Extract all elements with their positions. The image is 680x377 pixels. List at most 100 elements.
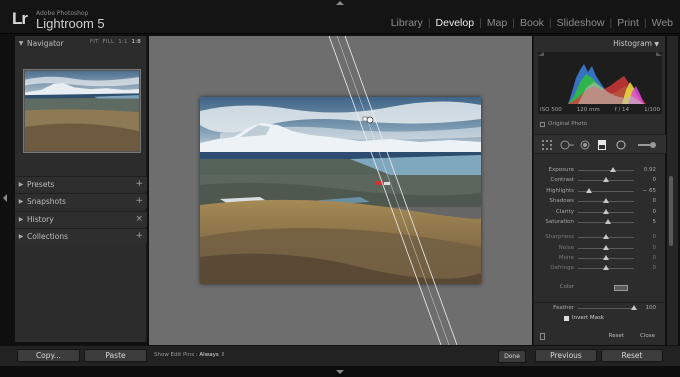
module-web[interactable]: Web	[651, 17, 674, 29]
top-bar: Lr Adobe Photoshop Lightroom 5 Library |…	[0, 0, 680, 34]
navigator-preview[interactable]	[23, 69, 141, 153]
shadow-clipping-icon[interactable]	[538, 52, 544, 56]
slider-value[interactable]: 0	[653, 209, 657, 215]
slider-label: Defringe	[550, 265, 574, 271]
show-edit-pins-value[interactable]: Always	[199, 352, 218, 358]
right-panel-scrollbar[interactable]	[667, 36, 678, 345]
edit-pin-icon[interactable]	[366, 116, 374, 124]
slider-value[interactable]: 0	[653, 198, 657, 204]
done-button[interactable]: Done	[498, 350, 526, 363]
feather-label: Feather	[553, 305, 574, 311]
slider-row: Exposure 0.92	[534, 166, 666, 175]
focal-length: 120 mm	[576, 107, 600, 113]
slider-thumb[interactable]	[603, 177, 609, 183]
slider-thumb[interactable]	[603, 244, 609, 250]
scrollbar-thumb[interactable]	[669, 176, 673, 246]
mask-close-button[interactable]: Close	[640, 333, 655, 339]
navigator-zoom-options: FIT FILL 1:1 1:8	[90, 39, 141, 45]
navigator-header[interactable]: ▼ Navigator FIT FILL 1:1 1:8	[15, 36, 147, 50]
original-photo-toggle[interactable]: Original Photo	[540, 121, 587, 127]
slider-thumb[interactable]	[586, 187, 593, 193]
reset-button[interactable]: Reset	[601, 349, 663, 362]
filter-line-start[interactable]	[328, 36, 442, 345]
slider-value[interactable]: 0	[653, 265, 657, 271]
module-map[interactable]: Map	[486, 17, 508, 29]
graduated-filter-icon[interactable]	[598, 140, 606, 150]
copy-button[interactable]: Copy...	[17, 349, 80, 362]
original-photo-checkbox[interactable]	[540, 121, 545, 127]
app-name: Lightroom 5	[36, 16, 105, 31]
adjustment-brush-icon[interactable]	[638, 140, 658, 150]
zoom-fit[interactable]: FIT	[90, 39, 99, 45]
highlight-clipping-icon[interactable]	[656, 52, 662, 56]
crop-overlay-icon[interactable]	[542, 140, 552, 150]
feather-thumb[interactable]	[631, 305, 637, 310]
slider-value[interactable]: 0.92	[644, 167, 656, 173]
invert-mask-toggle[interactable]: Invert Mask	[564, 315, 604, 321]
slider-thumb[interactable]	[603, 208, 609, 214]
filter-handle-icon[interactable]	[362, 116, 368, 122]
history-section[interactable]: ▶ History ×	[15, 211, 147, 226]
slider-value[interactable]: 5	[653, 219, 657, 225]
invert-mask-checkbox[interactable]	[564, 315, 569, 321]
filter-line-center[interactable]	[336, 36, 450, 345]
slider-track[interactable]	[578, 170, 634, 171]
histogram-header[interactable]: Histogram ▼	[613, 39, 659, 48]
filmstrip-bar	[0, 367, 680, 377]
show-edit-pins[interactable]: Show Edit Pins : Always ⇕	[154, 352, 225, 358]
color-swatch[interactable]	[614, 285, 628, 291]
filmstrip-toggle-icon[interactable]	[336, 370, 344, 374]
slider-thumb[interactable]	[603, 234, 609, 240]
color-row: Color	[534, 283, 666, 293]
module-print[interactable]: Print	[616, 17, 640, 29]
left-panel: ▼ Navigator FIT FILL 1:1 1:8 ▶ Presets +…	[15, 36, 147, 342]
expand-triangle-icon: ▶	[18, 197, 24, 205]
presets-section[interactable]: ▶ Presets +	[15, 176, 147, 191]
module-separator: |	[609, 17, 613, 29]
slider-thumb[interactable]	[609, 167, 616, 172]
slider-label: Noise	[558, 244, 574, 251]
histogram[interactable]	[538, 52, 662, 114]
add-snapshot-icon[interactable]: +	[135, 196, 143, 206]
module-picker: Library | Develop | Map | Book | Slidesh…	[390, 17, 674, 29]
module-slideshow[interactable]: Slideshow	[556, 17, 606, 29]
spot-removal-icon[interactable]	[560, 140, 574, 150]
iso-value: ISO 500	[540, 107, 562, 113]
slider-value[interactable]: 0	[653, 255, 657, 261]
clear-history-icon[interactable]: ×	[135, 214, 143, 224]
slider-label: Shadows	[549, 198, 574, 205]
add-collection-icon[interactable]: +	[135, 231, 143, 241]
zoom-fill[interactable]: FILL	[103, 39, 115, 45]
zoom-1-1[interactable]: 1:1	[118, 39, 127, 45]
feather-value[interactable]: 100	[646, 305, 657, 311]
filter-line-end[interactable]	[344, 36, 458, 345]
slider-value[interactable]: 0	[653, 177, 657, 183]
module-library[interactable]: Library	[390, 17, 424, 29]
collections-section[interactable]: ▶ Collections +	[15, 228, 147, 243]
top-panel-toggle-icon[interactable]	[336, 1, 344, 5]
module-develop[interactable]: Develop	[435, 17, 476, 29]
mask-reset-button[interactable]: Reset	[609, 333, 624, 339]
radial-filter-icon[interactable]	[616, 140, 626, 150]
slider-value[interactable]: 0	[653, 234, 657, 240]
snapshots-section[interactable]: ▶ Snapshots +	[15, 193, 147, 208]
mask-icon[interactable]	[540, 333, 545, 340]
left-panel-toggle-icon[interactable]	[3, 194, 7, 202]
zoom-selected[interactable]: 1:8	[132, 39, 141, 45]
graduated-filter-overlay[interactable]	[149, 36, 532, 345]
add-preset-icon[interactable]: +	[135, 179, 143, 189]
slider-value[interactable]: 0	[653, 245, 657, 251]
slider-value[interactable]: − 65	[643, 188, 656, 194]
red-eye-icon[interactable]	[580, 140, 590, 150]
paste-button[interactable]: Paste	[84, 349, 147, 362]
slider-thumb[interactable]	[603, 254, 609, 260]
feather-track[interactable]	[578, 308, 634, 309]
module-separator: |	[427, 17, 431, 29]
module-book[interactable]: Book	[519, 17, 545, 29]
slider-thumb[interactable]	[603, 265, 609, 270]
mask-actions: Reset Close	[609, 333, 655, 339]
slider-thumb[interactable]	[604, 219, 611, 224]
slider-thumb[interactable]	[603, 198, 609, 204]
previous-button[interactable]: Previous	[535, 349, 597, 362]
slider-row: Shadows 0	[534, 197, 666, 206]
